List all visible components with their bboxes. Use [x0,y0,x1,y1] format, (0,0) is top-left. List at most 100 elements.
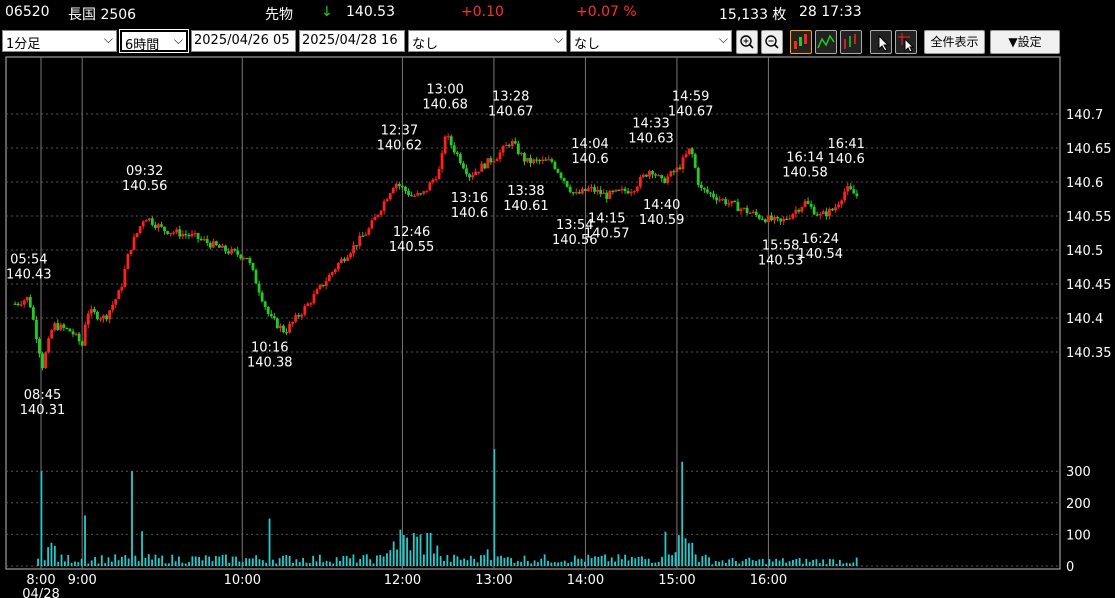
interval-select[interactable]: 1分足 ⌵ [2,30,117,52]
candle-body [205,239,209,243]
volume-bar [74,561,76,566]
candle-body [343,258,346,261]
volume-bar [382,556,385,566]
volume-bar [852,562,855,566]
candle-body [605,192,609,199]
candle-body [617,189,621,191]
settings-button[interactable]: ▼設定 [990,30,1060,54]
candle-body [373,216,377,221]
volume-bar [557,562,559,566]
candle-body [587,188,590,191]
candle-body [791,213,795,219]
candle-body [221,245,224,248]
annotation-price: 140.61 [503,199,549,214]
candle-body [346,257,349,261]
zoom-out-button[interactable] [761,30,783,54]
candle-body [324,281,328,287]
volume-bar [110,561,113,566]
crosshair-cursor-button[interactable] [895,30,917,54]
volume-bar [714,561,717,566]
volume-bar [617,554,620,566]
volume-bar [372,563,375,566]
candle-body [672,171,676,173]
volume-bar [584,561,586,566]
candle-body [227,251,230,254]
volume-bar [688,543,690,566]
volume-bar [379,555,382,566]
candle-body [507,144,511,147]
volume-bar [671,555,674,566]
volume-bar [315,561,318,566]
volume-bar [674,552,677,566]
candle-body [169,232,173,235]
candle-body [760,218,764,220]
span-select[interactable]: 6時間 ⌵ [119,29,189,53]
zoom-in-button[interactable] [736,30,758,54]
volume-bar [439,556,442,566]
volume-bar [436,545,439,566]
time-tick-label: 15:00 [658,573,695,588]
candle-body [92,309,96,313]
cursor-button[interactable] [870,30,892,54]
volume-bar [443,561,445,566]
time-tick-label: 16:00 [750,573,787,588]
candle-body [483,163,487,169]
candle-body [651,170,654,175]
candle-body [553,161,557,169]
volume-bar [456,556,459,566]
volume-bar [245,558,247,566]
to-date-input[interactable]: 2025/04/28 16 [299,30,405,52]
show-all-button[interactable]: 全件表示 [924,30,985,54]
volume-bar [838,559,841,566]
candle-body [837,204,840,208]
line-chart-button[interactable] [815,30,837,54]
candle-body [260,292,264,302]
candle-body [181,234,185,237]
annotation-time: 16:14 [786,151,823,166]
candle-body [745,207,749,213]
candlestick-chart[interactable]: 140.7 140.65 140.6 140.55 140.5 140.45 140.4 14… [0,56,1115,598]
indicator1-select[interactable]: なし ⌵ [408,30,567,52]
candle-body [59,324,63,330]
candle-body [724,199,728,205]
candle-body [645,174,648,177]
volume-bar [530,563,533,566]
candle-body [388,193,392,200]
volume-bar [822,559,825,566]
candle-chart-button[interactable] [790,30,812,54]
volume-bar [422,554,425,566]
volume-bar [701,556,704,566]
bar-chart-button[interactable] [840,30,862,54]
candle-body [754,211,758,215]
volume-bar [402,534,405,566]
candle-body [767,215,770,223]
volume-bar [60,554,63,566]
candle-body [306,303,310,307]
price-tick-label: 140.6 [1066,176,1103,191]
candle-body [465,168,468,175]
candle-body [782,218,786,222]
indicator2-select[interactable]: なし ⌵ [570,30,732,52]
volume-bar [537,562,539,566]
candle-body [364,234,368,236]
volume-bar [221,554,224,566]
from-date-input[interactable]: 2025/04/26 05 [191,30,296,52]
volume-bar [214,555,217,566]
price-tick-label: 140.4 [1066,312,1103,327]
volume-bar [204,555,207,566]
candle-body [16,303,20,305]
volume-bar [298,562,301,566]
price-change-percent: +0.07 % [576,4,637,20]
volume-bar [832,559,835,566]
volume-bar [151,559,154,566]
volume-bar [429,532,432,566]
candle-body [770,215,773,221]
candle-body [574,192,578,194]
volume-tick-label: 300 [1066,465,1091,480]
annotation-time: 13:38 [507,184,544,199]
volume-bar [449,561,452,566]
volume-bar [721,560,724,566]
annotation-price: 140.57 [584,226,630,241]
candle-body [757,214,761,219]
candle-body [68,328,72,332]
